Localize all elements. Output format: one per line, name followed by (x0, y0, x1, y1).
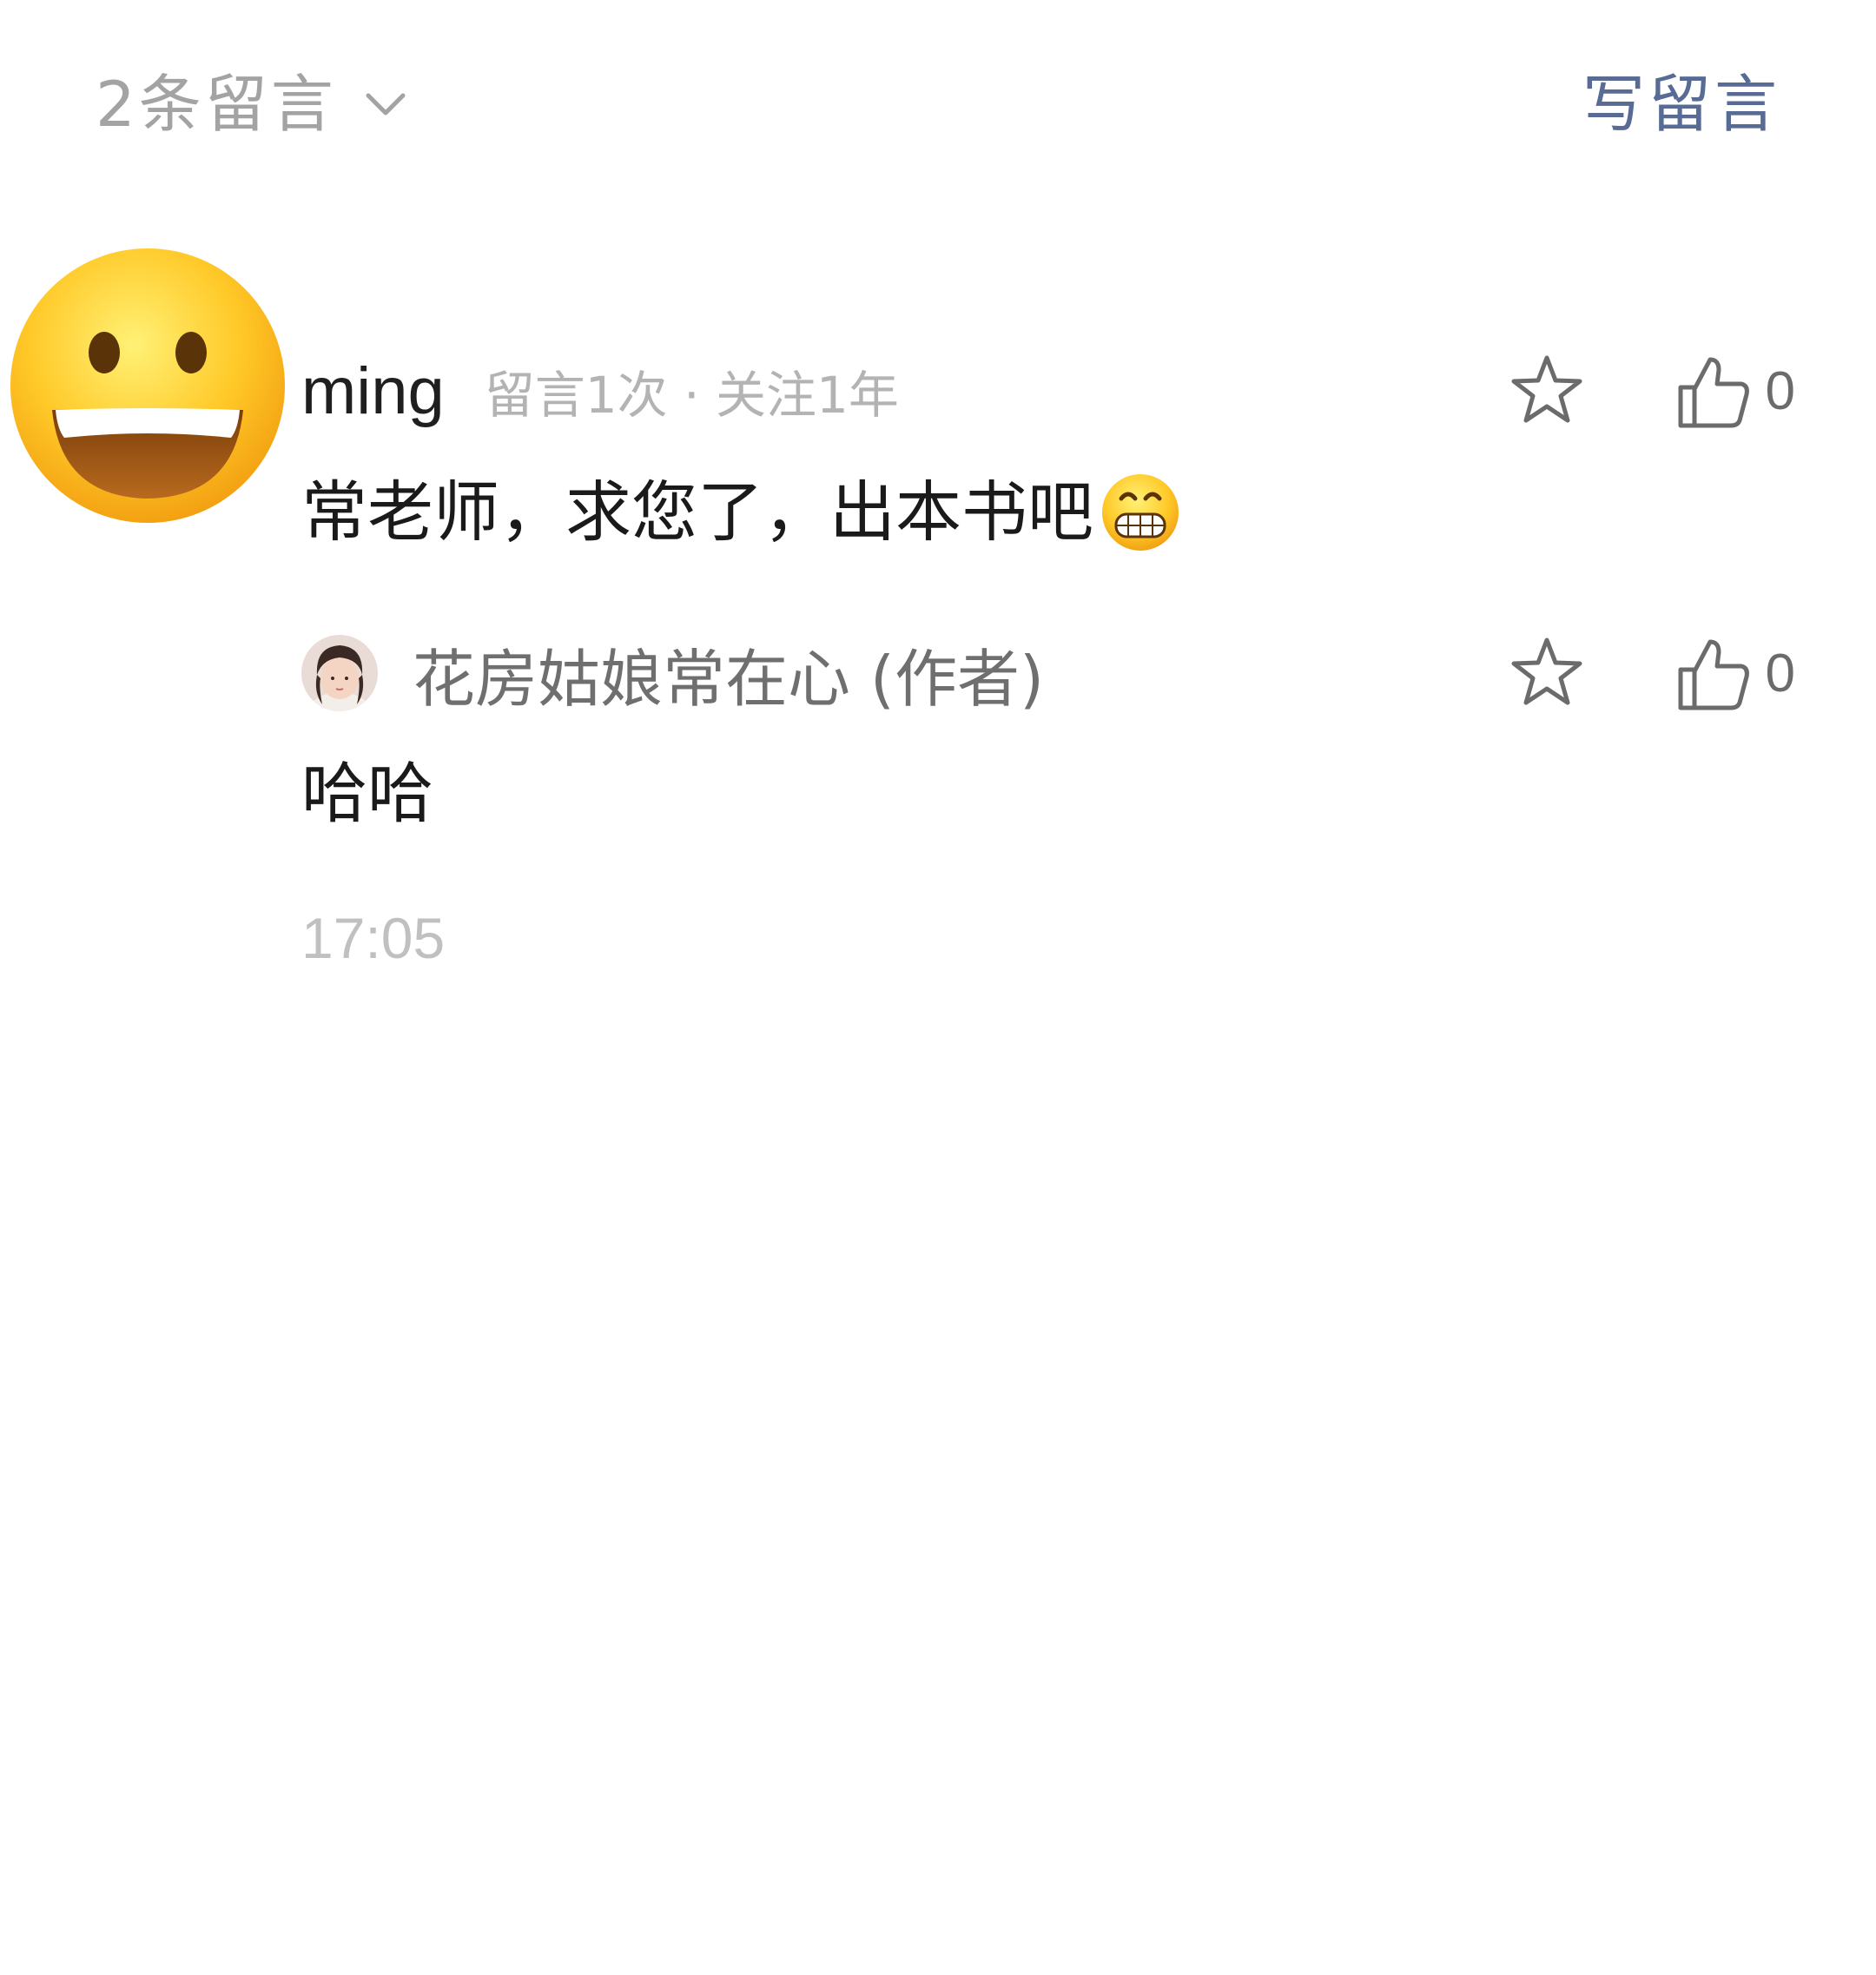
comment-text: 常老师，求您了，出本书吧 (301, 473, 1093, 551)
like-button[interactable]: 0 (1674, 351, 1795, 431)
reply-like-count: 0 (1765, 643, 1795, 703)
like-count: 0 (1765, 360, 1795, 421)
comment-meta: 留言1次 · 关注1年 (484, 366, 899, 425)
thumbs-up-icon (1678, 357, 1749, 428)
comment-header: ming 留言1次 · 关注1年 0 (301, 343, 1795, 439)
comment-timestamp: 17:05 (301, 906, 446, 970)
comment-actions: 0 (1507, 351, 1795, 431)
chevron-down-icon (366, 93, 406, 116)
comment-item: ming 留言1次 · 关注1年 0 常老师，求您了，出本书吧 花房姑娘常在心 … (301, 343, 1795, 977)
grinning-face-avatar-icon[interactable] (7, 245, 288, 526)
reply-author-name[interactable]: 花房姑娘常在心 (作者) (413, 628, 1044, 719)
reply-actions: 0 (1507, 633, 1795, 713)
star-icon[interactable] (1507, 633, 1587, 713)
author-avatar[interactable] (301, 635, 378, 711)
comment-body: 常老师，求您了，出本书吧 (301, 465, 1795, 560)
star-icon[interactable] (1507, 351, 1587, 431)
thumbs-up-icon (1678, 639, 1749, 710)
reply-like-button[interactable]: 0 (1674, 633, 1795, 713)
write-comment-button[interactable]: 写留言 (1582, 61, 1780, 148)
comment-count-toggle[interactable]: 2条留言 (96, 61, 410, 148)
reply-header: 花房姑娘常在心 (作者) 0 (301, 630, 1795, 717)
comments-header: 2条留言 写留言 (0, 0, 1876, 217)
comment-username[interactable]: ming (301, 353, 445, 429)
comment-count-label: 2条留言 (96, 68, 337, 141)
grinning-teeth-emoji-icon (1102, 474, 1179, 551)
reply-text: 哈哈 (301, 755, 433, 832)
